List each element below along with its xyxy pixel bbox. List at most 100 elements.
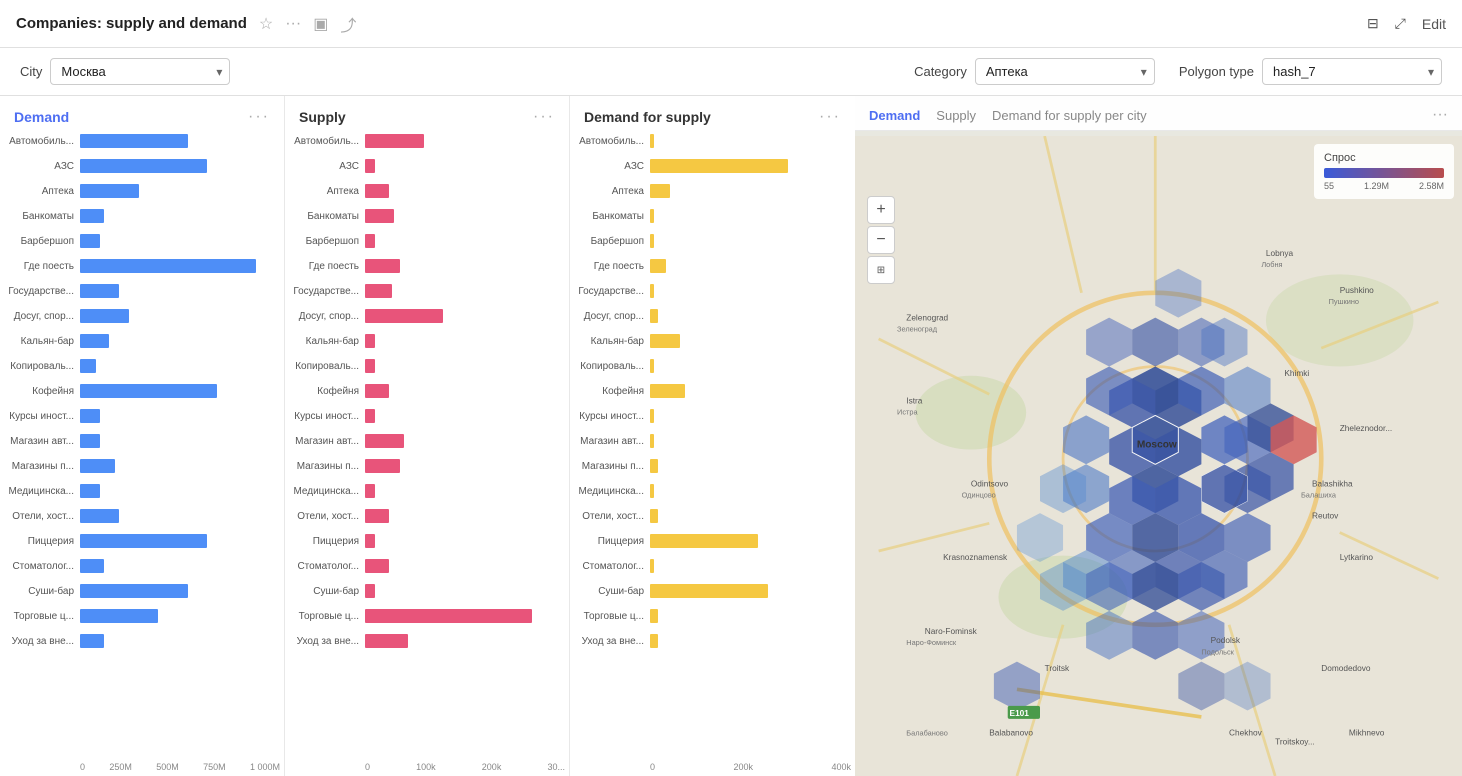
zoom-out-button[interactable]: − (867, 226, 895, 254)
demand-chart-title: Demand (14, 109, 69, 125)
edit-button[interactable]: Edit (1422, 16, 1446, 32)
polygon-select[interactable]: hash_7 (1262, 58, 1442, 85)
bar-label: Банкоматы (4, 211, 80, 222)
bar-label: Автомобиль... (289, 136, 365, 147)
bar-track (80, 434, 276, 448)
list-item: Барбершоп (4, 230, 276, 252)
panel-toggle-button[interactable]: ⊟ (1367, 15, 1379, 32)
list-item: Кальян-бар (4, 330, 276, 352)
legend-min: 55 (1324, 181, 1334, 191)
polygon-select-wrapper[interactable]: hash_7 (1262, 58, 1442, 85)
supply-chart-title: Supply (299, 109, 346, 125)
bar-label: Торговые ц... (289, 611, 365, 622)
svg-text:Зеленоград: Зеленоград (897, 325, 938, 334)
map-tab-demand[interactable]: Demand (869, 108, 920, 123)
list-item: Государстве... (574, 280, 847, 302)
bar-track (650, 284, 847, 298)
bar-label: Автомобиль... (574, 136, 650, 147)
bar-track (365, 134, 561, 148)
bar-label: Кофейня (4, 386, 80, 397)
zoom-in-button[interactable]: + (867, 196, 895, 224)
svg-text:Khimki: Khimki (1284, 368, 1309, 378)
bar-label: Суши-бар (4, 586, 80, 597)
list-item: Кофейня (4, 380, 276, 402)
bar-fill (80, 409, 100, 423)
svg-text:Наро-Фоминск: Наро-Фоминск (906, 638, 957, 647)
share-icon[interactable]: ⤴ (340, 12, 356, 36)
list-item: Суши-бар (289, 580, 561, 602)
main-content: Demand ··· Автомобиль... АЗС Аптека Банк… (0, 96, 1462, 776)
bar-label: АЗС (574, 161, 650, 172)
bar-fill (80, 234, 100, 248)
city-select[interactable]: Москва (50, 58, 230, 85)
bar-fill (365, 159, 375, 173)
bar-track (650, 234, 847, 248)
bar-track (80, 159, 276, 173)
bar-label: Аптека (4, 186, 80, 197)
demand-supply-chart-more[interactable]: ··· (819, 108, 841, 126)
list-item: Кальян-бар (289, 330, 561, 352)
bar-fill (365, 409, 375, 423)
legend-max: 2.58M (1419, 181, 1444, 191)
bar-label: Государстве... (289, 286, 365, 297)
bar-fill (365, 534, 375, 548)
supply-chart-more[interactable]: ··· (533, 108, 555, 126)
bar-track (365, 634, 561, 648)
bar-label: Медицинска... (289, 486, 365, 497)
more-icon[interactable]: ··· (285, 15, 301, 33)
list-item: Где поесть (574, 255, 847, 277)
bar-fill (650, 159, 788, 173)
bar-fill (80, 134, 188, 148)
bar-track (80, 484, 276, 498)
bar-fill (80, 359, 96, 373)
list-item: Медицинска... (4, 480, 276, 502)
svg-text:Chekhov: Chekhov (1229, 727, 1263, 737)
bar-track (365, 409, 561, 423)
bar-fill (365, 334, 375, 348)
expand-button[interactable]: ⤢ (1395, 15, 1406, 32)
map-tab-demand-per-city[interactable]: Demand for supply per city (992, 108, 1147, 123)
list-item: Отели, хост... (4, 505, 276, 527)
bar-track (650, 584, 847, 598)
bar-track (650, 259, 847, 273)
list-item: Пиццерия (574, 530, 847, 552)
bar-fill (650, 434, 654, 448)
bar-fill (650, 409, 654, 423)
star-icon[interactable]: ☆ (259, 14, 273, 34)
axis-label: 0 (80, 762, 85, 772)
axis-label: 200k (482, 762, 502, 772)
bar-track (80, 309, 276, 323)
svg-text:Troitsk: Troitsk (1045, 663, 1070, 673)
svg-text:Lytkarino: Lytkarino (1340, 552, 1374, 562)
demand-chart-more[interactable]: ··· (248, 108, 270, 126)
bar-label: Кофейня (574, 386, 650, 397)
category-select-wrapper[interactable]: Аптека (975, 58, 1155, 85)
category-select[interactable]: Аптека (975, 58, 1155, 85)
list-item: Курсы иност... (4, 405, 276, 427)
bar-fill (365, 134, 424, 148)
bar-track (365, 509, 561, 523)
bar-label: Копировaль... (289, 361, 365, 372)
map-tab-supply[interactable]: Supply (936, 108, 976, 123)
bar-chart: Автомобиль... АЗС Аптека Банкоматы Барбе… (289, 130, 561, 760)
city-select-wrapper[interactable]: Москва (50, 58, 230, 85)
map-more[interactable]: ··· (1432, 106, 1448, 124)
bar-label: Пиццерия (4, 536, 80, 547)
bar-fill (80, 259, 256, 273)
bar-track (80, 234, 276, 248)
bar-fill (365, 584, 375, 598)
map-container: Moscow Pushkino Пушкино Zelenograd Зелен… (855, 136, 1462, 776)
list-item: Стоматолог... (289, 555, 561, 577)
bar-label: Магазин авт... (289, 436, 365, 447)
bar-track (80, 509, 276, 523)
polygon-filter-group: Polygon type hash_7 (1179, 58, 1442, 85)
list-item: Пиццерия (289, 530, 561, 552)
map-options-button[interactable]: ⊞ (867, 256, 895, 284)
folder-icon[interactable]: ▣ (313, 14, 328, 34)
bar-fill (80, 459, 115, 473)
bar-track (650, 134, 847, 148)
svg-text:Zheleznodor...: Zheleznodor... (1340, 423, 1392, 433)
bar-fill (650, 634, 658, 648)
svg-text:Odintsovo: Odintsovo (971, 478, 1009, 488)
bar-fill (80, 509, 119, 523)
